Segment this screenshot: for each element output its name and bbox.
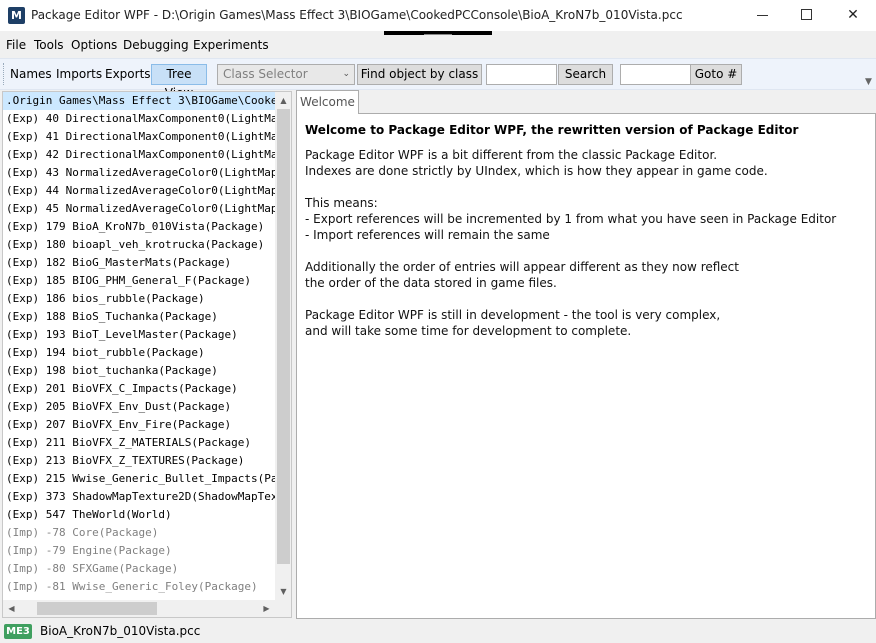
welcome-content: Welcome to Package Editor WPF, the rewri… xyxy=(296,113,876,619)
tree-item[interactable]: (Exp) 185 BIOG_PHM_General_F(Package) xyxy=(6,272,251,290)
welcome-line: Additionally the order of entries will a… xyxy=(305,260,739,274)
menu-tools[interactable]: Tools xyxy=(34,38,64,52)
welcome-title: Welcome to Package Editor WPF, the rewri… xyxy=(305,123,799,137)
menu-options[interactable]: Options xyxy=(71,38,117,52)
tree-item[interactable]: (Exp) 182 BioG_MasterMats(Package) xyxy=(6,254,231,272)
class-selector-placeholder: Class Selector xyxy=(223,67,308,81)
tree-content: .Origin Games\Mass Effect 3\BIOGame\Cook… xyxy=(3,92,275,600)
minimize-icon xyxy=(757,15,768,16)
tree-item[interactable]: (Exp) 193 BioT_LevelMaster(Package) xyxy=(6,326,238,344)
tree-item[interactable]: (Imp) -79 Engine(Package) xyxy=(6,542,172,560)
find-by-class-button[interactable]: Find object by class xyxy=(357,64,482,85)
tab-welcome[interactable]: Welcome xyxy=(296,90,359,114)
horizontal-scroll-thumb[interactable] xyxy=(37,602,157,615)
app-logo-icon: M xyxy=(8,7,25,24)
title-bar[interactable]: M Package Editor WPF - D:\Origin Games\M… xyxy=(0,0,876,31)
status-bar: ME3 BioA_KroN7b_010Vista.pcc xyxy=(0,620,876,643)
tree-item[interactable]: (Exp) 547 TheWorld(World) xyxy=(6,506,172,524)
menu-experiments[interactable]: Experiments xyxy=(193,38,269,52)
toolbar-grip[interactable] xyxy=(3,63,5,85)
welcome-line: - Export references will be incremented … xyxy=(305,212,837,226)
scroll-corner xyxy=(275,600,291,617)
tree-item[interactable]: (Exp) 188 BioS_Tuchanka(Package) xyxy=(6,308,218,326)
class-selector-dropdown[interactable]: Class Selector ⌄ xyxy=(217,64,355,85)
search-button[interactable]: Search xyxy=(558,64,613,85)
tree-item[interactable]: (Exp) 45 NormalizedAverageColor0(LightMa… xyxy=(6,200,275,218)
tree-item[interactable]: (Imp) -81 Wwise_Generic_Foley(Package) xyxy=(6,578,258,596)
tree-item[interactable]: (Imp) -78 Core(Package) xyxy=(6,524,158,542)
tree-item[interactable]: (Exp) 43 NormalizedAverageColor0(LightMa… xyxy=(6,164,275,182)
welcome-line: - Import references will remain the same xyxy=(305,228,550,242)
goto-button[interactable]: Goto # xyxy=(690,64,742,85)
tree-item[interactable]: (Exp) 213 BioVFX_Z_TEXTURES(Package) xyxy=(6,452,244,470)
maximize-button[interactable] xyxy=(784,0,830,31)
menu-debugging[interactable]: Debugging xyxy=(123,38,189,52)
goto-input[interactable] xyxy=(620,64,691,85)
tree-item[interactable]: (Exp) 44 NormalizedAverageColor0(LightMa… xyxy=(6,182,275,200)
tree-item[interactable]: (Exp) 215 Wwise_Generic_Bullet_Impacts(P… xyxy=(6,470,275,488)
tree-item[interactable]: (Imp) -80 SFXGame(Package) xyxy=(6,560,178,578)
tree-item[interactable]: (Exp) 207 BioVFX_Env_Fire(Package) xyxy=(6,416,231,434)
welcome-line: Indexes are done strictly by UIndex, whi… xyxy=(305,164,768,178)
vertical-scroll-thumb[interactable] xyxy=(277,109,290,564)
horizontal-scrollbar[interactable]: ◀ ▶ xyxy=(3,600,275,617)
tree-item[interactable]: (Exp) 201 BioVFX_C_Impacts(Package) xyxy=(6,380,238,398)
chevron-down-icon: ⌄ xyxy=(342,69,350,79)
tree-item[interactable]: (Exp) 211 BioVFX_Z_MATERIALS(Package) xyxy=(6,434,251,452)
scroll-down-icon[interactable]: ▼ xyxy=(275,583,291,600)
tree-item[interactable]: (Exp) 42 DirectionalMaxComponent0(LightM… xyxy=(6,146,275,164)
editor-panel: Welcome Welcome to Package Editor WPF, t… xyxy=(296,90,876,619)
tree-item[interactable]: (Exp) 186 bios_rubble(Package) xyxy=(6,290,205,308)
menu-bar: File Tools Options Debugging Experiments xyxy=(0,35,876,55)
search-input[interactable] xyxy=(486,64,557,85)
vertical-scrollbar[interactable]: ▲ ▼ xyxy=(275,92,291,600)
window-title: Package Editor WPF - D:\Origin Games\Mas… xyxy=(31,8,683,22)
tree-view[interactable]: .Origin Games\Mass Effect 3\BIOGame\Cook… xyxy=(2,91,292,618)
tree-view-button[interactable]: Tree View xyxy=(151,64,207,100)
tree-item[interactable]: (Exp) 194 biot_rubble(Package) xyxy=(6,344,205,362)
imports-button[interactable]: Imports xyxy=(56,67,102,81)
exports-button[interactable]: Exports xyxy=(105,67,151,81)
close-icon: ✕ xyxy=(847,7,859,23)
toolbar: Names Imports Exports Tree View Class Se… xyxy=(0,58,876,100)
game-badge: ME3 xyxy=(4,624,32,639)
names-button[interactable]: Names xyxy=(10,67,52,81)
scroll-up-icon[interactable]: ▲ xyxy=(275,92,291,109)
status-filename: BioA_KroN7b_010Vista.pcc xyxy=(40,624,201,638)
welcome-line: Package Editor WPF is a bit different fr… xyxy=(305,148,718,162)
tree-item[interactable]: (Exp) 205 BioVFX_Env_Dust(Package) xyxy=(6,398,231,416)
welcome-line: Package Editor WPF is still in developme… xyxy=(305,308,721,322)
menu-file[interactable]: File xyxy=(6,38,26,52)
close-button[interactable]: ✕ xyxy=(830,0,876,31)
scroll-left-icon[interactable]: ◀ xyxy=(3,600,20,617)
toolbar-overflow-icon[interactable]: ▼ xyxy=(865,77,872,87)
tree-item[interactable]: (Exp) 373 ShadowMapTexture2D(ShadowMapTe… xyxy=(6,488,275,506)
welcome-line: This means: xyxy=(305,196,378,210)
tree-item[interactable]: (Exp) 198 biot_tuchanka(Package) xyxy=(6,362,218,380)
tree-root-item[interactable]: .Origin Games\Mass Effect 3\BIOGame\Cook… xyxy=(3,92,275,110)
minimize-button[interactable] xyxy=(740,0,786,31)
tree-item[interactable]: (Exp) 40 DirectionalMaxComponent0(LightM… xyxy=(6,110,275,128)
tree-item[interactable]: (Exp) 179 BioA_KroN7b_010Vista(Package) xyxy=(6,218,264,236)
maximize-icon xyxy=(801,9,812,20)
tree-item[interactable]: (Exp) 41 DirectionalMaxComponent0(LightM… xyxy=(6,128,275,146)
tree-item[interactable]: (Exp) 180 bioapl_veh_krotrucka(Package) xyxy=(6,236,264,254)
welcome-line: and will take some time for development … xyxy=(305,324,632,338)
welcome-line: the order of the data stored in game fil… xyxy=(305,276,557,290)
scroll-right-icon[interactable]: ▶ xyxy=(258,600,275,617)
